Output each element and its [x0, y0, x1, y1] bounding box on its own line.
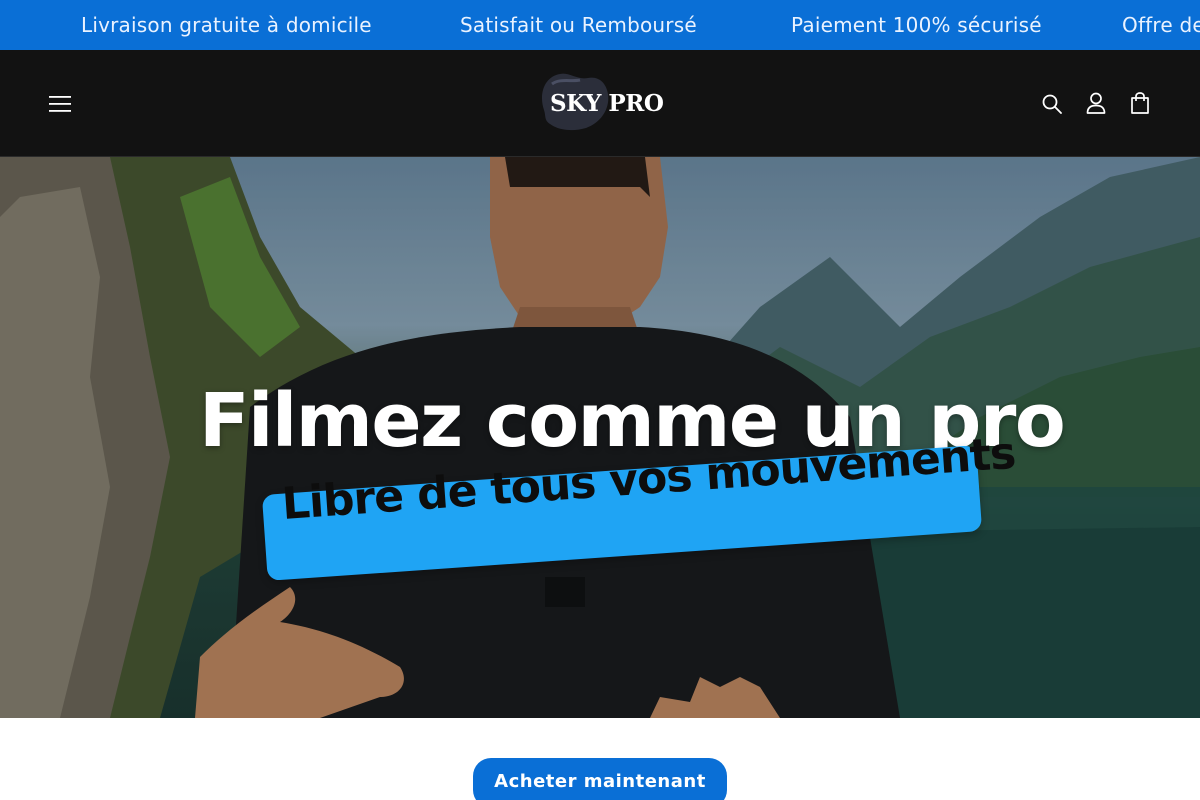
announcement-item: Livraison gratuite à domicile — [81, 13, 372, 37]
account-icon — [1086, 92, 1106, 114]
buy-now-button[interactable]: Acheter maintenant — [473, 758, 727, 800]
hero-banner: Filmez comme un pro Libre de tous vos mo… — [0, 157, 1200, 718]
menu-button[interactable] — [44, 88, 76, 120]
announcement-bar: Livraison gratuite à domicile Satisfait … — [0, 0, 1200, 50]
announcement-item: Satisfait ou Remboursé — [460, 13, 697, 37]
announcement-item: Paiement 100% sécurisé — [791, 13, 1042, 37]
announcement-item: Offre de — [1122, 13, 1200, 37]
logo-text: SKY PRO — [550, 90, 664, 117]
account-button[interactable] — [1080, 87, 1112, 119]
cart-icon — [1131, 92, 1149, 114]
site-header: SKY PRO — [0, 50, 1200, 157]
logo[interactable]: SKY PRO — [530, 68, 666, 138]
search-button[interactable] — [1036, 88, 1068, 120]
menu-icon — [49, 96, 71, 112]
cart-button[interactable] — [1124, 87, 1156, 119]
search-icon — [1042, 94, 1062, 114]
